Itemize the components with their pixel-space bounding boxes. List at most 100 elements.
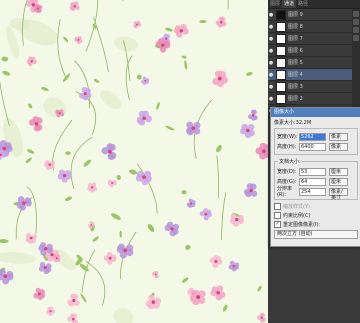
flower-center: [111, 181, 114, 184]
flower-petal: [252, 109, 257, 115]
flower-petal: [159, 46, 167, 53]
layer-thumbnail: [276, 93, 286, 104]
eye-icon[interactable]: ●: [268, 24, 274, 30]
doc-width-label: 宽度(D):: [277, 169, 297, 175]
flower-center: [49, 310, 52, 313]
layer-row[interactable]: ● 图层 3: [268, 81, 360, 93]
resolution-unit-select[interactable]: 像素/英寸: [329, 187, 348, 201]
flower-center: [2, 146, 7, 151]
flower-center: [232, 264, 236, 268]
checkbox-box: [274, 211, 281, 219]
pixel-dimensions-group: 宽度(W): 5262 像素 高度(H): 6400 像素: [274, 128, 358, 155]
flower-center: [260, 316, 263, 319]
layer-thumbnail: [276, 57, 286, 68]
eye-icon[interactable]: ●: [268, 96, 274, 102]
flower-center: [262, 149, 266, 154]
flower-petal: [216, 285, 224, 292]
flower-center: [170, 227, 174, 231]
flower-center: [151, 300, 156, 304]
layer-row[interactable]: ● 图层 5: [268, 57, 360, 69]
document-size-group: 文档大小: 宽度(D): 53 厘米 高度(G): 64 厘米 分辨率(R): …: [274, 158, 358, 201]
eye-icon[interactable]: ●: [268, 72, 274, 78]
document-size-title: 文档大小:: [278, 158, 302, 165]
layer-row[interactable]: ● 图层 7: [268, 33, 360, 45]
flower-center: [190, 202, 193, 205]
eye-icon[interactable]: ●: [268, 12, 274, 18]
layer-row[interactable]: ● 图层 9: [268, 9, 360, 21]
flower-center: [144, 79, 147, 82]
flower-petal: [215, 20, 221, 26]
pixel-width-field[interactable]: 5262: [299, 132, 326, 141]
layer-row[interactable]: ● 图层 2: [268, 93, 360, 105]
flower-petal: [33, 124, 41, 132]
resample-method-select[interactable]: 两次立方 (自动): [274, 230, 358, 239]
flower-petal: [107, 152, 115, 161]
layer-name: 图层 9: [288, 12, 303, 18]
flower-petal: [154, 297, 162, 305]
flower-center: [55, 257, 58, 260]
tab-paths[interactable]: 路径: [296, 0, 310, 8]
flower-petal: [154, 270, 159, 275]
eye-icon[interactable]: ●: [268, 84, 274, 90]
resolution-label: 分辨率(R):: [277, 186, 293, 198]
flower-center: [50, 253, 54, 257]
pixel-height-unit-select[interactable]: 像素: [329, 142, 348, 151]
pixel-height-field[interactable]: 6400: [299, 142, 326, 151]
image-size-dialog: 图像大小 像素大小:32.2M 宽度(W): 5262 像素 高度(H): 64…: [270, 107, 360, 247]
flower-petal: [260, 313, 266, 318]
tool-icon[interactable]: [353, 11, 359, 17]
flower-center: [217, 76, 222, 81]
layer-row[interactable]: ● 图层 8: [268, 21, 360, 33]
tool-icon[interactable]: [353, 35, 359, 41]
flower-petal: [145, 78, 150, 82]
layer-row[interactable]: ● 图层 6: [268, 45, 360, 57]
eye-icon[interactable]: ●: [268, 36, 274, 42]
flower-petal: [145, 300, 153, 308]
doc-width-unit-select[interactable]: 厘米: [329, 167, 348, 176]
flower-center: [161, 43, 165, 47]
floral-pattern-image: [0, 0, 268, 323]
flower-center: [72, 298, 76, 303]
flower-center: [216, 290, 220, 295]
flower-center: [142, 175, 146, 180]
flower-center: [246, 128, 250, 133]
tool-icon[interactable]: [353, 27, 359, 33]
flower-center: [48, 163, 52, 166]
tab-channels[interactable]: 通道: [282, 0, 297, 8]
flower-petal: [212, 262, 218, 268]
document-canvas[interactable]: [0, 0, 268, 323]
eye-icon[interactable]: ●: [268, 48, 274, 54]
layer-thumbnail: [276, 81, 286, 92]
resolution-field[interactable]: 254: [299, 187, 326, 196]
scale-styles-checkbox[interactable]: 缩放样式(Y): [274, 202, 358, 210]
flower-petal: [237, 214, 244, 222]
doc-width-field[interactable]: 53: [299, 167, 326, 176]
flower-center: [249, 188, 253, 193]
doc-height-label: 高度(G):: [277, 179, 297, 185]
dialog-title: 图像大小: [271, 108, 360, 117]
resample-checkbox[interactable]: ✓ 重定图像像素(I):: [274, 220, 358, 228]
flower-petal: [203, 215, 209, 221]
layer-thumbnail: [276, 9, 286, 20]
constrain-proportions-checkbox[interactable]: 约束比例(C): [274, 211, 358, 219]
pixel-width-unit-select[interactable]: 像素: [329, 132, 348, 141]
eye-icon[interactable]: ●: [268, 60, 274, 66]
flower-petal: [215, 293, 223, 301]
layer-list: ● 图层 9 ● 图层 8 ● 图层 7 ● 图层 6 ● 图层 5 ● 图层 4 ● 图层 3 ● 图层 2…: [268, 9, 360, 117]
flower-center: [142, 116, 146, 121]
doc-height-unit-select[interactable]: 厘米: [329, 177, 348, 186]
layer-row[interactable]: ● 图层 4: [268, 69, 360, 81]
flower-center: [22, 201, 26, 205]
flower-center: [235, 217, 239, 222]
tab-layers[interactable]: 图层: [268, 0, 282, 8]
constrain-label: 约束比例(C): [283, 212, 311, 219]
doc-height-field[interactable]: 64: [299, 177, 326, 186]
flower-petal: [72, 293, 79, 300]
flower-center: [62, 173, 67, 178]
flower-petal: [72, 313, 78, 319]
flower-petal: [45, 263, 52, 269]
leaf: [199, 19, 207, 24]
flower-petal: [169, 229, 177, 237]
layer-name: 图层 4: [288, 72, 303, 78]
tool-icon[interactable]: [353, 19, 359, 25]
